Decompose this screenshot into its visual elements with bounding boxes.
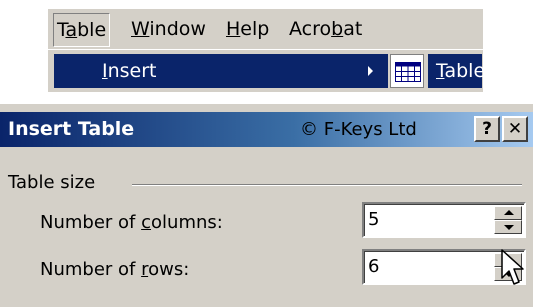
rows-label-post: ows: [148, 259, 190, 280]
menu-acrobat-label-accel: b [331, 18, 344, 40]
dialog-title-bar[interactable]: Insert Table © F-Keys Ltd ? ✕ [0, 112, 533, 147]
dialog-title: Insert Table [8, 118, 135, 140]
menu-bar: Table Window Help Acrobat [48, 9, 483, 49]
menu-help-label-post: elp [240, 18, 270, 40]
columns-value[interactable]: 5 [368, 204, 379, 236]
menu-acrobat-label-post: at [343, 18, 363, 40]
help-button[interactable]: ? [474, 116, 500, 142]
columns-spin-buttons [494, 206, 522, 234]
menu-help[interactable]: Help [223, 13, 272, 45]
columns-decrement-button[interactable] [494, 220, 522, 234]
copyright-text: © F-Keys Ltd [300, 119, 417, 140]
group-divider [132, 184, 522, 186]
columns-label-accel: c [141, 212, 152, 233]
columns-label: Number of columns: [40, 212, 223, 233]
close-button[interactable]: ✕ [502, 116, 528, 142]
insert-table-icon [390, 54, 424, 88]
spin-up-icon [504, 210, 514, 215]
rows-label: Number of rows: [40, 259, 189, 280]
columns-spinner[interactable]: 5 [362, 202, 526, 238]
mouse-pointer-icon [501, 249, 524, 285]
menu-table-label-accel: a [65, 19, 78, 41]
insert-table-dialog: Insert Table © F-Keys Ltd ? ✕ Table size… [0, 104, 533, 307]
menu-table[interactable]: Table [53, 13, 111, 47]
spin-down-icon [504, 225, 514, 230]
columns-increment-button[interactable] [494, 206, 522, 220]
menu-item-table-label: Table... [436, 54, 503, 88]
menu-window[interactable]: Window [128, 13, 209, 45]
table-label-post: able... [444, 60, 504, 82]
menu-acrobat-label-pre: Acro [289, 18, 332, 40]
menu-item-insert-label: Insert [102, 54, 157, 88]
menu-help-label-accel: H [226, 18, 241, 40]
rows-value[interactable]: 6 [368, 251, 379, 283]
menu-window-label-post: indow [149, 18, 206, 40]
menu-window-label-accel: W [131, 18, 150, 40]
columns-label-post: olumns: [151, 212, 223, 233]
menu-table-label-post: ble [77, 19, 107, 41]
insert-label-post: nsert [107, 60, 157, 82]
table-submenu: Insert Table... [48, 50, 503, 92]
menu-acrobat[interactable]: Acrobat [286, 13, 365, 45]
table-size-group-label: Table size [8, 172, 96, 193]
submenu-arrow-icon [368, 66, 373, 76]
rows-label-pre: Number of [40, 259, 142, 280]
columns-label-pre: Number of [40, 212, 142, 233]
menu-item-insert[interactable]: Insert [54, 54, 388, 88]
